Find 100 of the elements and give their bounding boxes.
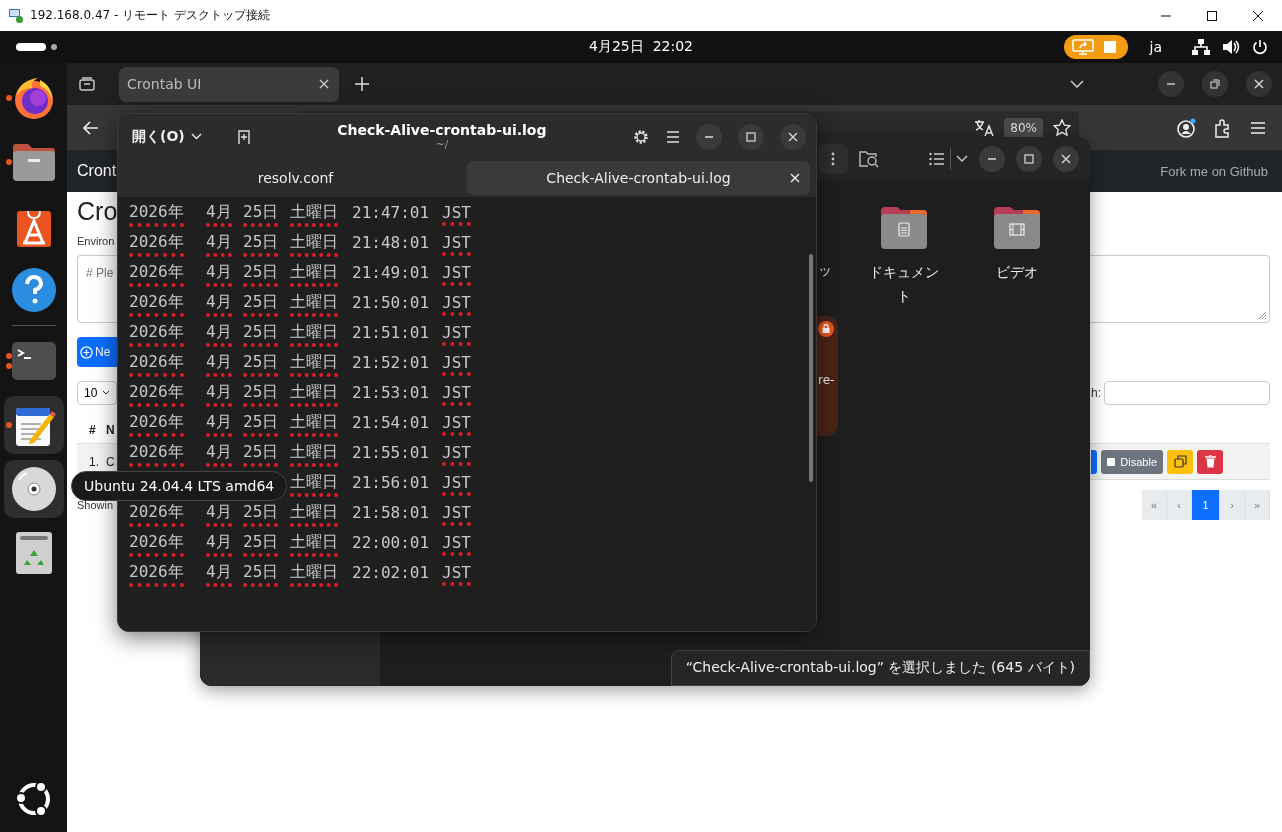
- page-heading: Cro: [77, 196, 118, 227]
- help-icon[interactable]: [10, 267, 57, 313]
- dock-item[interactable]: [3, 460, 64, 518]
- chevron-down-icon[interactable]: [1070, 80, 1084, 88]
- translate-icon[interactable]: [974, 118, 995, 137]
- trash-icon[interactable]: [13, 530, 54, 576]
- folder-label[interactable]: ドキュメント: [861, 260, 946, 308]
- search-field[interactable]: [1104, 381, 1270, 405]
- pagination-button[interactable]: 1: [1192, 490, 1220, 520]
- minimize-button[interactable]: [1158, 71, 1184, 97]
- folder-label[interactable]: ビデオ: [974, 260, 1059, 284]
- workspace-indicator[interactable]: [16, 42, 60, 52]
- misspelled-word: 2026年: [129, 407, 184, 437]
- misspelled-word: JST: [442, 408, 471, 436]
- input-method-indicator[interactable]: ja: [1149, 39, 1162, 55]
- file-label[interactable]: ッ: [818, 262, 832, 280]
- screen-sharing-indicator[interactable]: [1063, 35, 1128, 59]
- chevron-down-icon[interactable]: [956, 155, 968, 163]
- settings-icon[interactable]: [632, 127, 650, 146]
- menu-icon[interactable]: [666, 130, 680, 143]
- pagination-button[interactable]: ‹: [1167, 490, 1192, 520]
- misspelled-word: 土曜日: [290, 407, 338, 437]
- column-header[interactable]: #: [77, 423, 106, 437]
- zoom-level-badge[interactable]: 80%: [1004, 117, 1043, 138]
- misspelled-word: 土曜日: [290, 497, 338, 527]
- disc-icon[interactable]: [10, 466, 57, 512]
- clock[interactable]: 4月25日 22:02: [589, 38, 693, 56]
- resize-grip-icon[interactable]: [1257, 310, 1267, 320]
- minimize-button[interactable]: [979, 146, 1005, 172]
- misspelled-word: 4月: [206, 527, 232, 557]
- new-tab-icon[interactable]: [235, 128, 252, 145]
- document-folder-icon[interactable]: [879, 206, 928, 250]
- window-title: Check-Alive-crontab-ui.log: [337, 122, 547, 138]
- misspelled-word: JST: [442, 198, 471, 226]
- restore-button[interactable]: [1202, 71, 1228, 97]
- close-icon: [1254, 79, 1264, 89]
- browser-tab[interactable]: Crontab UI: [119, 66, 339, 102]
- misspelled-word: 25日: [243, 557, 279, 587]
- duplicate-button[interactable]: [1167, 449, 1193, 474]
- misspelled-word: 2026年: [129, 257, 184, 287]
- dock-item[interactable]: [3, 396, 64, 454]
- delete-button[interactable]: [1197, 449, 1223, 474]
- pagination-button[interactable]: »: [1245, 490, 1270, 520]
- volume-icon[interactable]: [1222, 39, 1240, 55]
- status-bubble: “Check-Alive-crontab-ui.log” を選択しました (645 バイト): [670, 650, 1090, 686]
- close-button[interactable]: [1246, 71, 1272, 97]
- menu-icon[interactable]: [1250, 120, 1266, 135]
- misspelled-word: 2026年: [129, 197, 184, 227]
- maximize-button[interactable]: [1016, 146, 1042, 172]
- selected-item-highlight[interactable]: re-: [817, 316, 838, 436]
- pagination-button[interactable]: ›: [1220, 490, 1245, 520]
- minimize-button[interactable]: [696, 123, 722, 150]
- vertical-dots-icon: [831, 152, 835, 166]
- scrollbar[interactable]: [809, 254, 813, 482]
- star-icon[interactable]: [1053, 118, 1071, 137]
- file-label[interactable]: re-: [818, 373, 835, 387]
- account-icon[interactable]: [1176, 117, 1196, 138]
- log-text: 21:52:01: [352, 351, 430, 374]
- maximize-button[interactable]: [738, 123, 764, 150]
- log-text: 22:00:01: [352, 531, 430, 554]
- misspelled-word: 2026年: [129, 317, 184, 347]
- list-view-icon[interactable]: [929, 152, 945, 166]
- maximize-icon: [746, 131, 756, 142]
- editor-tab[interactable]: resolv.conf: [124, 161, 467, 195]
- misspelled-word: 2026年: [129, 437, 184, 467]
- close-button[interactable]: [780, 123, 806, 150]
- back-arrow-icon[interactable]: [83, 120, 99, 135]
- edit-button[interactable]: [1091, 449, 1098, 474]
- open-button[interactable]: 開く(O): [126, 123, 208, 150]
- terminal-icon[interactable]: [10, 341, 57, 381]
- disable-button[interactable]: Disable: [1101, 449, 1163, 474]
- pagination-button[interactable]: «: [1142, 490, 1167, 520]
- video-folder-icon[interactable]: [992, 206, 1041, 250]
- table-cell-text: 1.: [88, 454, 100, 469]
- github-link[interactable]: Fork me on Github: [1160, 163, 1268, 179]
- misspelled-word: 25日: [243, 257, 279, 287]
- tab-list-icon[interactable]: [79, 77, 95, 91]
- misspelled-word: 25日: [243, 377, 279, 407]
- extensions-icon[interactable]: [1214, 117, 1232, 138]
- window-title: 192.168.0.47 - リモート デスクトップ接続: [30, 7, 270, 24]
- misspelled-word: 4月: [206, 227, 232, 257]
- search-label: h:: [1091, 386, 1101, 400]
- misspelled-word: 4月: [206, 437, 232, 467]
- misspelled-word: 25日: [243, 527, 279, 557]
- close-icon[interactable]: [1252, 9, 1264, 22]
- maximize-icon[interactable]: [1206, 9, 1218, 22]
- log-text: 21:54:01: [352, 411, 430, 434]
- network-icon[interactable]: [1192, 39, 1210, 55]
- power-icon[interactable]: [1252, 39, 1268, 55]
- new-job-button[interactable]: Ne: [77, 337, 117, 367]
- stop-icon: [1107, 457, 1116, 466]
- column-header[interactable]: N: [106, 423, 115, 437]
- remote-desktop-icon: [8, 7, 24, 24]
- misspelled-word: 土曜日: [290, 287, 338, 317]
- misspelled-word: 2026年: [129, 377, 184, 407]
- close-button[interactable]: [1053, 146, 1079, 172]
- search-icon[interactable]: [859, 150, 879, 168]
- editor-tab[interactable]: Check-Alive-crontab-ui.log: [467, 161, 810, 195]
- site-brand[interactable]: Cront: [77, 162, 117, 180]
- close-icon: [1061, 154, 1071, 164]
